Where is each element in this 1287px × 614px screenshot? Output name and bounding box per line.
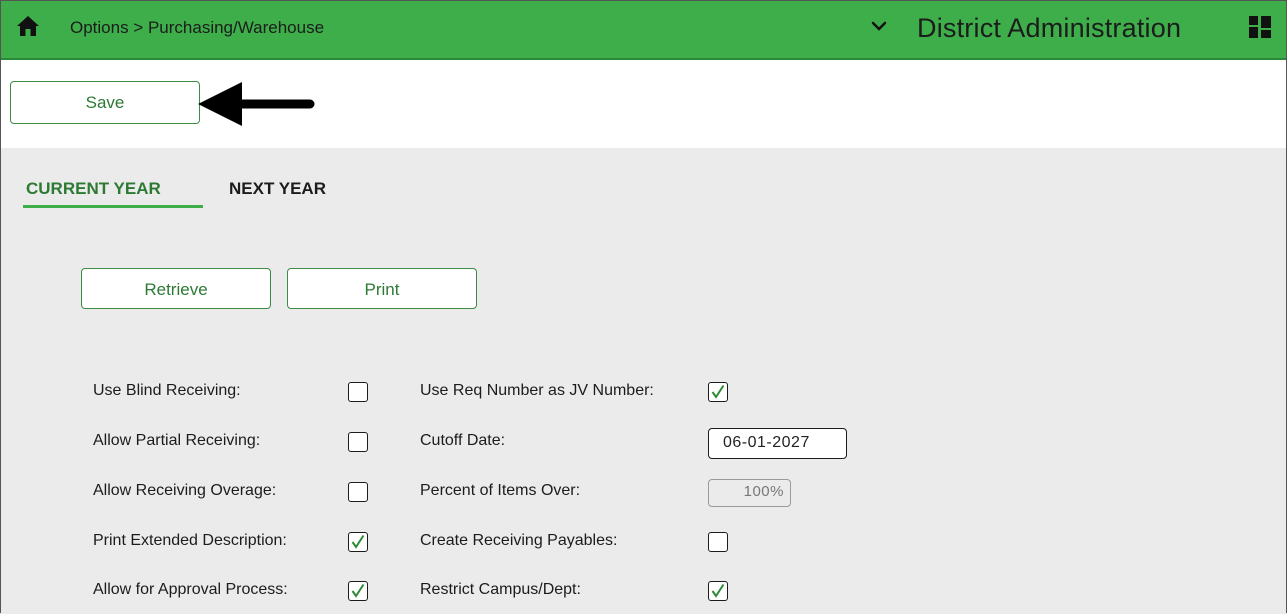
allow-approval-process-checkbox[interactable] — [348, 581, 368, 601]
percent-items-over-field: 100% — [708, 479, 791, 507]
home-icon[interactable] — [16, 15, 40, 37]
arrow-pointer-icon — [198, 82, 315, 126]
allow-receiving-overage-checkbox[interactable] — [348, 482, 368, 502]
save-button[interactable]: Save — [10, 81, 200, 124]
app-title[interactable]: District Administration — [917, 13, 1181, 44]
toolbar: Save — [1, 60, 1286, 148]
use-req-number-label: Use Req Number as JV Number: — [420, 382, 654, 399]
use-blind-receiving-checkbox[interactable] — [348, 382, 368, 402]
cutoff-date-label: Cutoff Date: — [420, 432, 506, 449]
top-bar: Options > Purchasing/Warehouse District … — [1, 1, 1286, 60]
restrict-campus-dept-checkbox[interactable] — [708, 581, 728, 601]
create-receiving-payables-checkbox[interactable] — [708, 532, 728, 552]
grid-icon[interactable] — [1249, 16, 1271, 38]
tab-current-year[interactable]: CURRENT YEAR — [26, 179, 161, 199]
active-tab-indicator — [23, 205, 203, 208]
restrict-campus-dept-label: Restrict Campus/Dept: — [420, 581, 581, 598]
allow-approval-process-label: Allow for Approval Process: — [93, 581, 288, 598]
allow-receiving-overage-label: Allow Receiving Overage: — [93, 482, 277, 499]
print-button[interactable]: Print — [287, 268, 477, 309]
checkmark-icon — [351, 583, 365, 598]
cutoff-date-field[interactable]: 06-01-2027 — [708, 428, 847, 459]
app-window: Options > Purchasing/Warehouse District … — [0, 0, 1287, 613]
create-receiving-payables-label: Create Receiving Payables: — [420, 532, 618, 549]
use-blind-receiving-label: Use Blind Receiving: — [93, 382, 241, 399]
breadcrumb[interactable]: Options > Purchasing/Warehouse — [70, 18, 324, 38]
use-req-number-checkbox[interactable] — [708, 382, 728, 402]
chevron-down-icon[interactable] — [870, 19, 888, 33]
percent-items-over-label: Percent of Items Over: — [420, 482, 581, 499]
allow-partial-receiving-label: Allow Partial Receiving: — [93, 432, 261, 449]
tab-next-year[interactable]: NEXT YEAR — [229, 179, 326, 199]
checkmark-icon — [711, 384, 725, 399]
retrieve-button[interactable]: Retrieve — [81, 268, 271, 309]
print-extended-description-checkbox[interactable] — [348, 532, 368, 552]
checkmark-icon — [711, 583, 725, 598]
allow-partial-receiving-checkbox[interactable] — [348, 432, 368, 452]
checkmark-icon — [351, 534, 365, 549]
print-extended-description-label: Print Extended Description: — [93, 532, 287, 549]
